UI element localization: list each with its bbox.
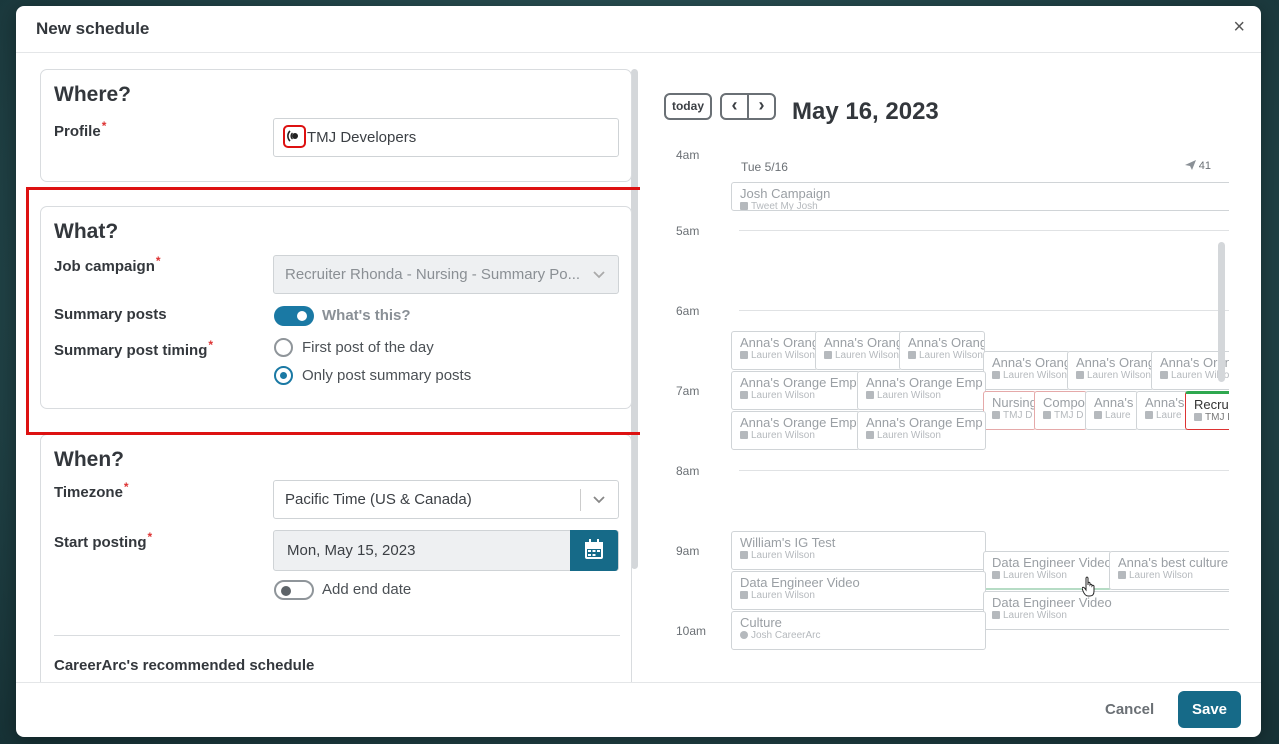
modal-header: New schedule × <box>16 6 1261 53</box>
calendar-button[interactable] <box>570 530 618 571</box>
calendar-event[interactable]: Anna's Orange Empl Lauren Wilson <box>731 411 860 450</box>
end-date-toggle[interactable] <box>274 580 314 600</box>
hour-label: 6am <box>676 304 700 318</box>
broadcast-icon <box>283 125 306 148</box>
save-button[interactable]: Save <box>1178 691 1241 728</box>
today-button[interactable]: today <box>664 93 712 120</box>
linkedin-icon <box>740 202 748 210</box>
hand-cursor-icon <box>1082 576 1095 597</box>
linkedin-icon <box>908 351 916 359</box>
linkedin-icon <box>1094 411 1102 419</box>
calendar-event[interactable]: Data Engineer Video Lauren Wilson <box>983 591 1229 630</box>
calendar-event[interactable]: Anna's Orang Lauren Wilson <box>1067 351 1154 390</box>
calendar-pane: today ‹ › May 16, 2023 Tue 5/16 41 4am 5… <box>640 54 1261 682</box>
hour-label: 10am <box>676 624 707 638</box>
linkedin-icon <box>866 391 874 399</box>
recommended-schedule-label: CareerArc's recommended schedule <box>54 657 315 674</box>
schedule-form: Where? Profile* TMJ Developers What? Job… <box>16 54 640 682</box>
when-card: When? Timezone* Pacific Time (US & Canad… <box>40 434 632 682</box>
chevron-down-icon <box>593 496 605 504</box>
calendar-event[interactable]: Anna's Laure <box>1085 391 1138 430</box>
calendar-event[interactable]: Compo TMJ D <box>1034 391 1087 430</box>
where-card: Where? Profile* TMJ Developers <box>40 69 632 182</box>
next-button[interactable]: › <box>747 93 776 120</box>
when-title: When? <box>54 448 124 471</box>
calendar-date-title: May 16, 2023 <box>792 98 939 125</box>
post-count: 41 <box>1184 160 1211 172</box>
calendar-event[interactable]: Anna's Laure <box>1136 391 1189 430</box>
calendar-event[interactable]: Anna's Orange Emp Lauren Wilson <box>731 371 860 410</box>
linkedin-icon <box>1076 371 1084 379</box>
calendar-event[interactable]: Anna's Orange Lauren Wilson <box>731 331 818 370</box>
prev-button[interactable]: ‹ <box>720 93 749 120</box>
twitter-icon <box>740 631 748 639</box>
linkedin-icon <box>992 611 1000 619</box>
profile-field[interactable]: TMJ Developers <box>273 118 619 157</box>
linkedin-icon <box>740 391 748 399</box>
calendar-event-selected[interactable]: RecruiteTMJ D <box>1185 391 1229 430</box>
modal-title: New schedule <box>36 19 150 38</box>
modal-footer: Cancel Save <box>16 682 1261 737</box>
calendar-event[interactable]: Anna's Orange Emp Lauren Wilson <box>857 411 986 450</box>
linkedin-icon <box>1194 413 1202 421</box>
end-date-label: Add end date <box>322 581 412 598</box>
calendar-event[interactable]: Data Engineer Video Lauren Wilson <box>731 571 986 610</box>
send-icon <box>1184 160 1196 170</box>
hour-label: 5am <box>676 224 700 238</box>
calendar-event[interactable]: Nursing TMJ D <box>983 391 1036 430</box>
calendar-event[interactable]: Anna's Orang Lauren Wilson <box>983 351 1070 390</box>
calendar-icon <box>585 539 603 559</box>
calendar-event[interactable]: Anna's Orang Lauren Wilson <box>815 331 902 370</box>
start-posting-label: Start posting* <box>54 530 153 551</box>
calendar-event[interactable]: Culture Josh CareerArc <box>731 611 986 650</box>
where-title: Where? <box>54 83 132 106</box>
linkedin-icon <box>740 551 748 559</box>
toggle-knob <box>281 586 291 596</box>
linkedin-icon <box>1145 411 1153 419</box>
new-schedule-modal: New schedule × Where? Profile* TMJ Devel… <box>16 6 1261 737</box>
linkedin-icon <box>992 571 1000 579</box>
hour-line <box>739 310 1229 311</box>
linkedin-icon <box>740 351 748 359</box>
start-date-field[interactable]: Mon, May 15, 2023 <box>273 530 619 571</box>
linkedin-icon <box>1118 571 1126 579</box>
section-divider <box>54 635 620 636</box>
timezone-label: Timezone* <box>54 480 129 501</box>
hour-line <box>739 470 1229 471</box>
calendar-event[interactable]: William's IG Test Lauren Wilson <box>731 531 986 570</box>
timezone-value: Pacific Time (US & Canada) <box>285 491 472 508</box>
calendar-event[interactable]: Josh Campaign Tweet My Josh <box>731 182 1229 211</box>
linkedin-icon <box>866 431 874 439</box>
hour-line <box>739 230 1229 231</box>
cancel-button[interactable]: Cancel <box>1105 701 1154 718</box>
linkedin-icon <box>1160 371 1168 379</box>
timezone-select[interactable]: Pacific Time (US & Canada) <box>273 480 619 519</box>
hour-label: 7am <box>676 384 700 398</box>
linkedin-icon <box>824 351 832 359</box>
column-header: Tue 5/16 <box>741 160 788 174</box>
profile-value: TMJ Developers <box>307 129 417 146</box>
hour-label: 9am <box>676 544 700 558</box>
linkedin-icon <box>740 431 748 439</box>
linkedin-icon <box>992 411 1000 419</box>
calendar-event[interactable]: Anna's Orange Emp Lauren Wilson <box>857 371 986 410</box>
hour-label: 4am <box>676 150 700 162</box>
select-separator <box>580 489 581 511</box>
hour-label: 8am <box>676 464 700 478</box>
linkedin-icon <box>1043 411 1051 419</box>
close-icon[interactable]: × <box>1233 17 1245 37</box>
calendar-event[interactable]: Anna's best culture Lauren Wilson <box>1109 551 1229 590</box>
linkedin-icon <box>740 591 748 599</box>
calendar-grid: Tue 5/16 41 4am 5am 6am 7am 8am 9am 10am… <box>664 150 1229 682</box>
calendar-scrollbar[interactable] <box>1218 242 1225 382</box>
highlight-annotation <box>26 187 640 435</box>
start-date-value: Mon, May 15, 2023 <box>287 542 416 559</box>
calendar-event[interactable]: Anna's Orang Lauren Wilson <box>899 331 985 370</box>
linkedin-icon <box>992 371 1000 379</box>
profile-label: Profile* <box>54 119 107 140</box>
